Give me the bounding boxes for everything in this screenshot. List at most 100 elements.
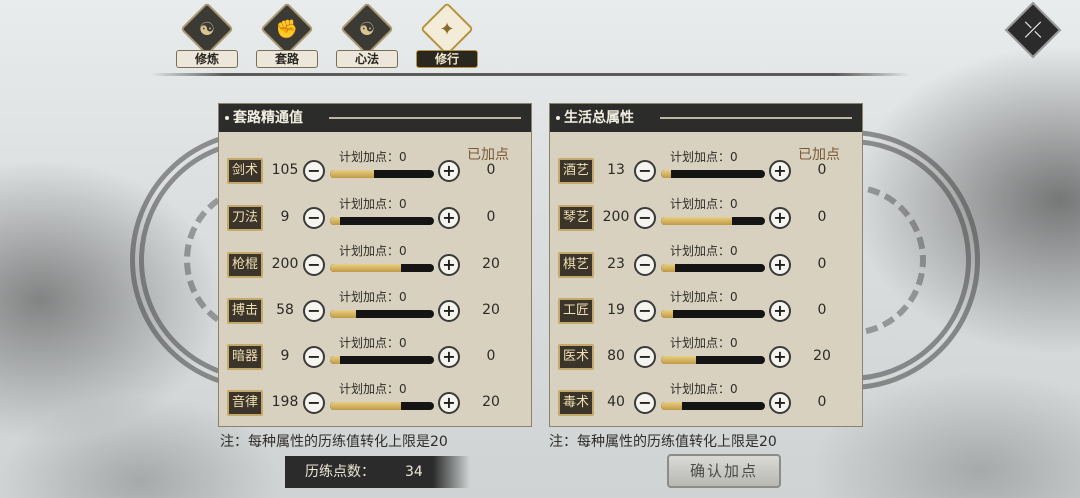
tab-0[interactable]: ☯ 修炼 — [172, 2, 242, 70]
life-attributes-panel: 生活总属性 已加点 酒艺 13− 计划加点：0 +0 琴艺 200− 计划加点：0 +0 棋艺 2… — [549, 103, 863, 427]
plan-slider[interactable] — [330, 310, 434, 318]
minus-button[interactable]: − — [303, 160, 325, 182]
minus-button[interactable]: − — [303, 392, 325, 414]
attribute-name: 琴艺 — [558, 205, 594, 231]
plus-button[interactable]: + — [769, 346, 791, 368]
added-points-value: 0 — [817, 162, 827, 178]
plan-points-label: 计划加点：0 — [339, 197, 407, 211]
attribute-row: 医术 80− 计划加点：0 +20 — [550, 334, 862, 380]
plan-slider[interactable] — [661, 264, 765, 272]
plan-slider[interactable] — [661, 310, 765, 318]
plus-button[interactable]: + — [438, 254, 460, 276]
plus-button[interactable]: + — [438, 207, 460, 229]
attribute-value: 19 — [607, 302, 625, 318]
minus-button[interactable]: − — [634, 207, 656, 229]
attribute-value: 200 — [271, 256, 299, 272]
minus-button[interactable]: − — [303, 300, 325, 322]
added-points-value: 0 — [817, 302, 827, 318]
tab-bar: ☯ 修炼 ✊ 套路 ☯ 心法 ✦ 修行 — [172, 2, 482, 70]
header-dot-icon — [556, 116, 560, 120]
plan-points-label: 计划加点：0 — [339, 382, 407, 396]
plus-button[interactable]: + — [769, 254, 791, 276]
plan-slider-fill — [330, 264, 401, 272]
plan-slider-fill — [330, 310, 356, 318]
attribute-value: 23 — [607, 256, 625, 272]
tab-label: 套路 — [256, 50, 318, 68]
plus-button[interactable]: + — [438, 392, 460, 414]
added-points-value: 0 — [486, 162, 496, 178]
confirm-points-button[interactable]: 确认加点 — [667, 454, 781, 488]
training-points-bar: 历练点数： 34 — [285, 456, 470, 488]
attribute-name: 音律 — [227, 390, 263, 416]
top-divider — [150, 73, 910, 76]
attribute-value: 13 — [607, 162, 625, 178]
tab-3[interactable]: ✦ 修行 — [412, 2, 482, 70]
plan-slider[interactable] — [330, 264, 434, 272]
tab-2[interactable]: ☯ 心法 — [332, 2, 402, 70]
attribute-row: 酒艺 13− 计划加点：0 +0 — [550, 148, 862, 194]
attribute-name: 棋艺 — [558, 252, 594, 278]
minus-button[interactable]: − — [303, 346, 325, 368]
attribute-value: 58 — [276, 302, 294, 318]
cultivation-icon: ☯ — [198, 18, 216, 40]
practice-icon: ✦ — [439, 18, 455, 40]
attribute-value: 198 — [271, 394, 299, 410]
plus-button[interactable]: + — [438, 346, 460, 368]
close-button[interactable] — [1004, 1, 1062, 59]
attribute-row: 琴艺 200− 计划加点：0 +0 — [550, 195, 862, 241]
plan-slider[interactable] — [661, 356, 765, 364]
plan-slider-fill — [661, 170, 672, 178]
plan-points-label: 计划加点：0 — [670, 197, 738, 211]
plan-points-label: 计划加点：0 — [339, 244, 407, 258]
plan-points-label: 计划加点：0 — [670, 244, 738, 258]
plan-slider[interactable] — [330, 402, 434, 410]
plan-slider-fill — [330, 356, 341, 364]
mastery-note: 注：每种属性的历练值转化上限是20 — [220, 434, 448, 450]
attribute-name: 剑术 — [227, 158, 263, 184]
plan-slider-fill — [661, 402, 682, 410]
plan-slider[interactable] — [661, 217, 765, 225]
minus-button[interactable]: − — [634, 300, 656, 322]
plan-points-label: 计划加点：0 — [670, 382, 738, 396]
minus-button[interactable]: − — [634, 160, 656, 182]
taiji-icon: ☯ — [358, 18, 376, 40]
plan-slider[interactable] — [330, 217, 434, 225]
plan-slider-fill — [661, 310, 674, 318]
plan-slider[interactable] — [330, 170, 434, 178]
minus-button[interactable]: − — [634, 254, 656, 276]
added-points-value: 0 — [486, 209, 496, 225]
minus-button[interactable]: − — [303, 254, 325, 276]
minus-button[interactable]: − — [634, 346, 656, 368]
plus-button[interactable]: + — [438, 160, 460, 182]
plan-slider[interactable] — [661, 170, 765, 178]
minus-button[interactable]: − — [303, 207, 325, 229]
attribute-name: 酒艺 — [558, 158, 594, 184]
attribute-row: 枪棍 200− 计划加点：0 +20 — [219, 242, 531, 288]
plus-button[interactable]: + — [769, 207, 791, 229]
added-points-value: 20 — [813, 348, 831, 364]
plan-slider-fill — [661, 356, 697, 364]
added-points-value: 20 — [482, 256, 500, 272]
header-dot-icon — [225, 116, 229, 120]
plus-button[interactable]: + — [769, 160, 791, 182]
plus-button[interactable]: + — [769, 300, 791, 322]
plus-button[interactable]: + — [438, 300, 460, 322]
minus-button[interactable]: − — [634, 392, 656, 414]
attribute-value: 9 — [280, 209, 290, 225]
training-points-value: 34 — [405, 464, 423, 480]
added-points-value: 0 — [817, 209, 827, 225]
plan-points-label: 计划加点：0 — [670, 336, 738, 350]
attribute-row: 搏击 58− 计划加点：0 +20 — [219, 288, 531, 334]
attribute-name: 枪棍 — [227, 252, 263, 278]
plan-slider[interactable] — [330, 356, 434, 364]
added-points-value: 20 — [482, 302, 500, 318]
attribute-row: 暗器 9− 计划加点：0 +0 — [219, 334, 531, 380]
plan-points-label: 计划加点：0 — [670, 150, 738, 164]
plus-button[interactable]: + — [769, 392, 791, 414]
header-rule — [329, 117, 521, 119]
plan-points-label: 计划加点：0 — [670, 290, 738, 304]
added-points-value: 20 — [482, 394, 500, 410]
attribute-name: 医术 — [558, 344, 594, 370]
plan-slider[interactable] — [661, 402, 765, 410]
tab-1[interactable]: ✊ 套路 — [252, 2, 322, 70]
